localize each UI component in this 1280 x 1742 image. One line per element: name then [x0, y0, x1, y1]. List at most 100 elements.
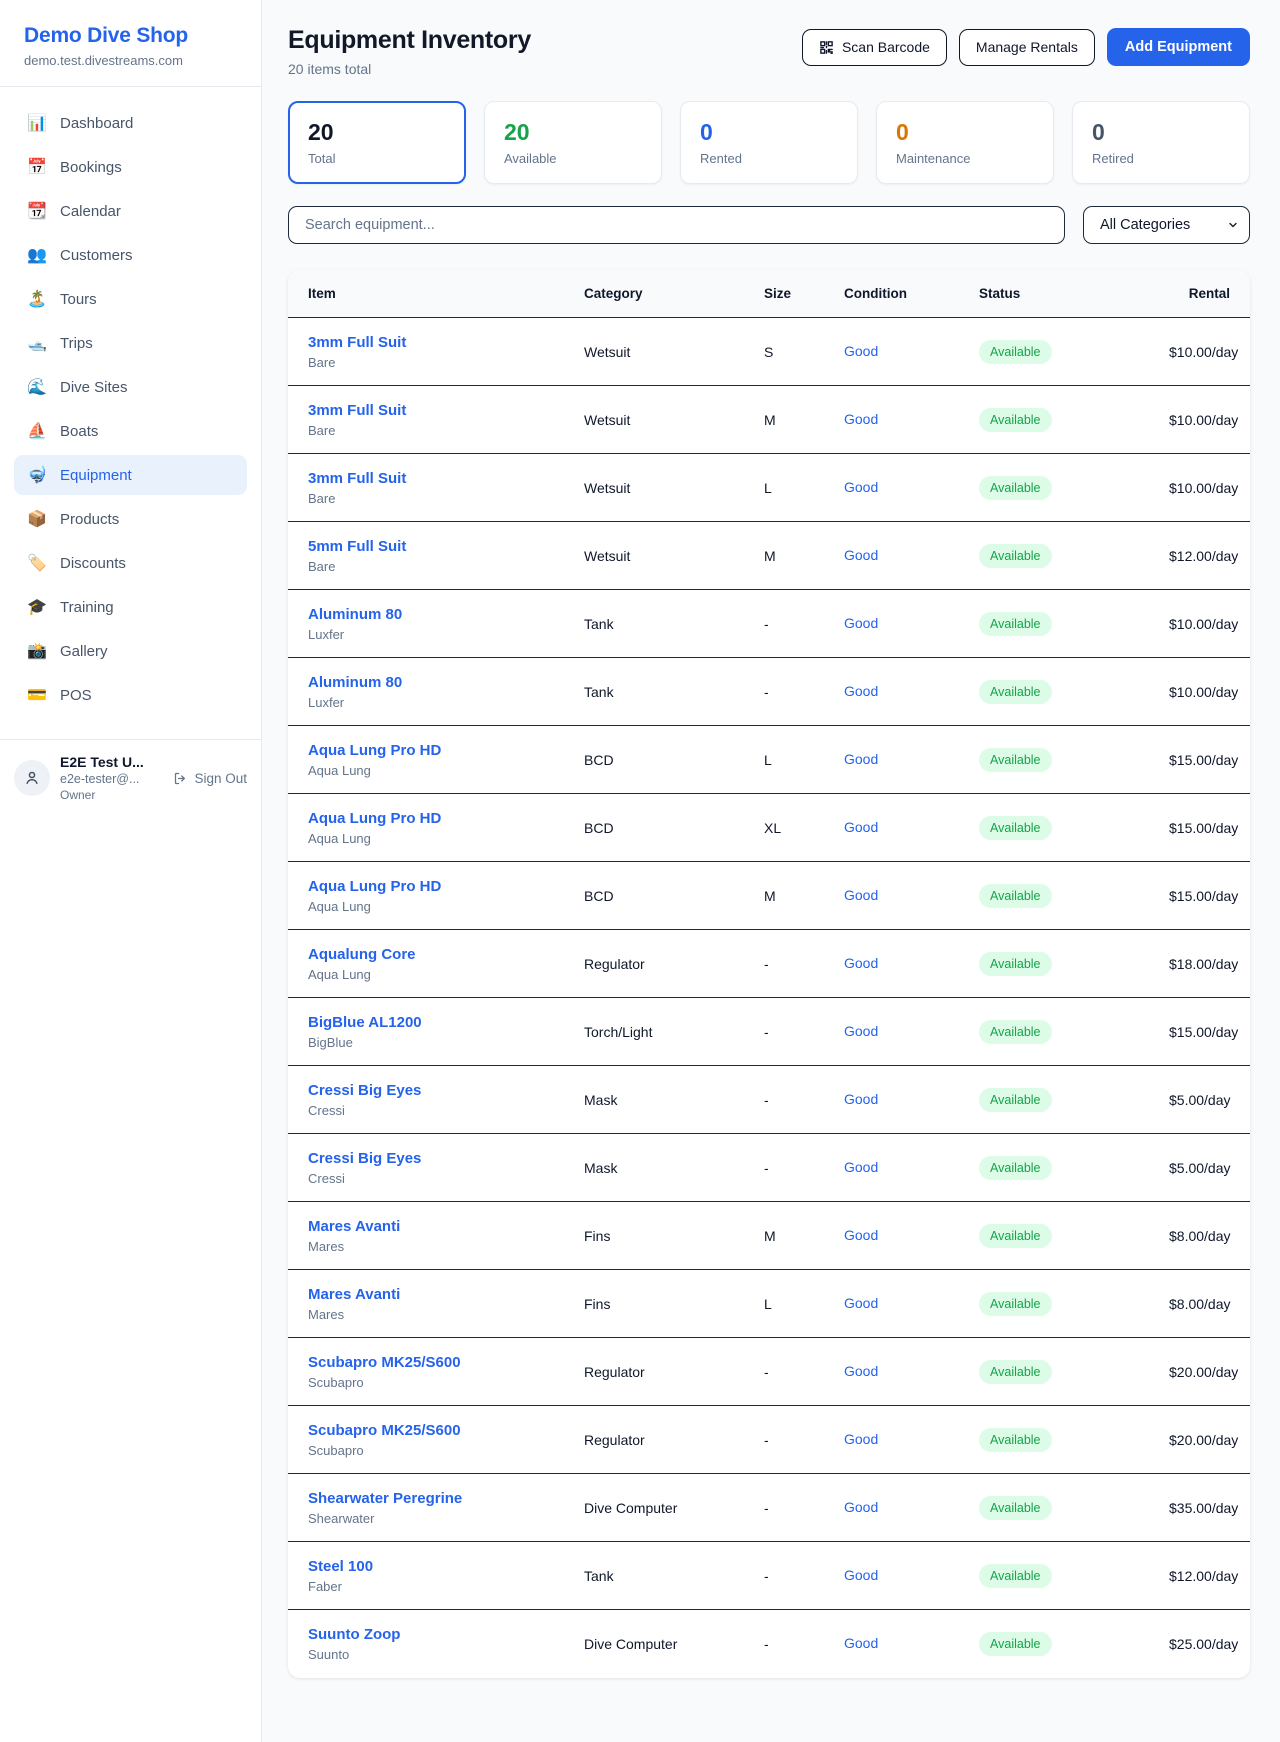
equipment-name-link[interactable]: 3mm Full Suit	[308, 402, 406, 419]
brand-domain: demo.test.divestreams.com	[24, 53, 237, 68]
wave-icon: 🌊	[27, 377, 47, 397]
condition-link[interactable]: Good	[844, 343, 878, 359]
equipment-name-link[interactable]: Cressi Big Eyes	[308, 1150, 421, 1167]
size-cell: -	[764, 1636, 844, 1652]
table-row: Mares Avanti Mares Fins L Good Available…	[288, 1270, 1250, 1338]
sidebar-item-label: Products	[60, 511, 119, 528]
manage-rentals-button[interactable]: Manage Rentals	[959, 29, 1095, 66]
equipment-name-link[interactable]: 3mm Full Suit	[308, 334, 406, 351]
sidebar-item-customers[interactable]: 👥 Customers	[14, 235, 247, 275]
stat-card[interactable]: 0 Maintenance	[876, 101, 1054, 184]
sidebar-item-boats[interactable]: ⛵ Boats	[14, 411, 247, 451]
equipment-name-link[interactable]: BigBlue AL1200	[308, 1014, 422, 1031]
condition-link[interactable]: Good	[844, 1295, 878, 1311]
sidebar-item-pos[interactable]: 💳 POS	[14, 675, 247, 715]
sign-out-icon	[173, 771, 188, 786]
sidebar-item-discounts[interactable]: 🏷️ Discounts	[14, 543, 247, 583]
stat-card[interactable]: 20 Available	[484, 101, 662, 184]
add-equipment-button[interactable]: Add Equipment	[1107, 28, 1250, 66]
equipment-brand: Shearwater	[308, 1511, 584, 1526]
category-cell: Wetsuit	[584, 548, 764, 564]
sidebar-item-gallery[interactable]: 📸 Gallery	[14, 631, 247, 671]
category-cell: Regulator	[584, 1432, 764, 1448]
category-select[interactable]: All Categories	[1083, 206, 1250, 244]
equipment-name-link[interactable]: Aluminum 80	[308, 674, 402, 691]
equipment-brand: Bare	[308, 491, 584, 506]
equipment-name-link[interactable]: Cressi Big Eyes	[308, 1082, 421, 1099]
condition-link[interactable]: Good	[844, 751, 878, 767]
equipment-name-link[interactable]: Aqua Lung Pro HD	[308, 810, 441, 827]
condition-link[interactable]: Good	[844, 1159, 878, 1175]
condition-link[interactable]: Good	[844, 411, 878, 427]
condition-link[interactable]: Good	[844, 1499, 878, 1515]
sidebar-item-tours[interactable]: 🏝️ Tours	[14, 279, 247, 319]
category-cell: Fins	[584, 1296, 764, 1312]
sidebar-item-label: Bookings	[60, 159, 122, 176]
equipment-name-link[interactable]: Aqua Lung Pro HD	[308, 742, 441, 759]
table-row: Aqua Lung Pro HD Aqua Lung BCD XL Good A…	[288, 794, 1250, 862]
status-badge: Available	[979, 1632, 1052, 1656]
equipment-name-link[interactable]: Scubapro MK25/S600	[308, 1422, 461, 1439]
condition-link[interactable]: Good	[844, 1023, 878, 1039]
condition-link[interactable]: Good	[844, 819, 878, 835]
equipment-name-link[interactable]: Suunto Zoop	[308, 1626, 400, 1643]
search-input[interactable]	[288, 206, 1065, 244]
size-cell: -	[764, 1092, 844, 1108]
stat-label: Maintenance	[896, 151, 1034, 166]
equipment-name-link[interactable]: Aqualung Core	[308, 946, 416, 963]
tag-icon: 🏷️	[27, 553, 47, 573]
status-badge: Available	[979, 952, 1052, 976]
category-select-wrap: All Categories	[1083, 206, 1250, 244]
equipment-table: Item Category Size Condition Status Rent…	[288, 270, 1250, 1678]
table-row: 3mm Full Suit Bare Wetsuit L Good Availa…	[288, 454, 1250, 522]
status-badge: Available	[979, 680, 1052, 704]
col-header-category: Category	[584, 286, 764, 301]
equipment-name-link[interactable]: Scubapro MK25/S600	[308, 1354, 461, 1371]
equipment-name-link[interactable]: 5mm Full Suit	[308, 538, 406, 555]
stat-card[interactable]: 0 Rented	[680, 101, 858, 184]
equipment-name-link[interactable]: Shearwater Peregrine	[308, 1490, 462, 1507]
scan-barcode-button[interactable]: Scan Barcode	[802, 29, 947, 66]
condition-link[interactable]: Good	[844, 1227, 878, 1243]
condition-link[interactable]: Good	[844, 955, 878, 971]
condition-link[interactable]: Good	[844, 1363, 878, 1379]
stat-card[interactable]: 0 Retired	[1072, 101, 1250, 184]
rental-cell: $10.00/day	[1169, 344, 1238, 360]
condition-link[interactable]: Good	[844, 683, 878, 699]
condition-link[interactable]: Good	[844, 1091, 878, 1107]
sidebar-item-products[interactable]: 📦 Products	[14, 499, 247, 539]
category-cell: Regulator	[584, 956, 764, 972]
equipment-name-link[interactable]: 3mm Full Suit	[308, 470, 406, 487]
sidebar-item-training[interactable]: 🎓 Training	[14, 587, 247, 627]
equipment-name-link[interactable]: Aluminum 80	[308, 606, 402, 623]
credit-card-icon: 💳	[27, 685, 47, 705]
rental-cell: $18.00/day	[1169, 956, 1238, 972]
stat-card[interactable]: 20 Total	[288, 101, 466, 184]
sidebar-item-trips[interactable]: 🛥️ Trips	[14, 323, 247, 363]
equipment-name-link[interactable]: Mares Avanti	[308, 1286, 400, 1303]
equipment-name-link[interactable]: Mares Avanti	[308, 1218, 400, 1235]
equipment-brand: Aqua Lung	[308, 831, 584, 846]
equipment-name-link[interactable]: Aqua Lung Pro HD	[308, 878, 441, 895]
size-cell: M	[764, 412, 844, 428]
table-row: Steel 100 Faber Tank - Good Available $1…	[288, 1542, 1250, 1610]
condition-link[interactable]: Good	[844, 1567, 878, 1583]
condition-link[interactable]: Good	[844, 887, 878, 903]
condition-link[interactable]: Good	[844, 615, 878, 631]
condition-link[interactable]: Good	[844, 547, 878, 563]
rental-cell: $15.00/day	[1169, 752, 1238, 768]
sidebar-item-bookings[interactable]: 📅 Bookings	[14, 147, 247, 187]
table-row: Scubapro MK25/S600 Scubapro Regulator - …	[288, 1338, 1250, 1406]
category-cell: BCD	[584, 888, 764, 904]
sign-out-button[interactable]: Sign Out	[173, 771, 247, 786]
rental-cell: $12.00/day	[1169, 1568, 1238, 1584]
condition-link[interactable]: Good	[844, 1635, 878, 1651]
condition-link[interactable]: Good	[844, 479, 878, 495]
sidebar-item-calendar[interactable]: 📆 Calendar	[14, 191, 247, 231]
sidebar-item-dashboard[interactable]: 📊 Dashboard	[14, 103, 247, 143]
equipment-name-link[interactable]: Steel 100	[308, 1558, 373, 1575]
sidebar-item-equipment[interactable]: 🤿 Equipment	[14, 455, 247, 495]
sidebar-item-dive-sites[interactable]: 🌊 Dive Sites	[14, 367, 247, 407]
condition-link[interactable]: Good	[844, 1431, 878, 1447]
stat-label: Rented	[700, 151, 838, 166]
